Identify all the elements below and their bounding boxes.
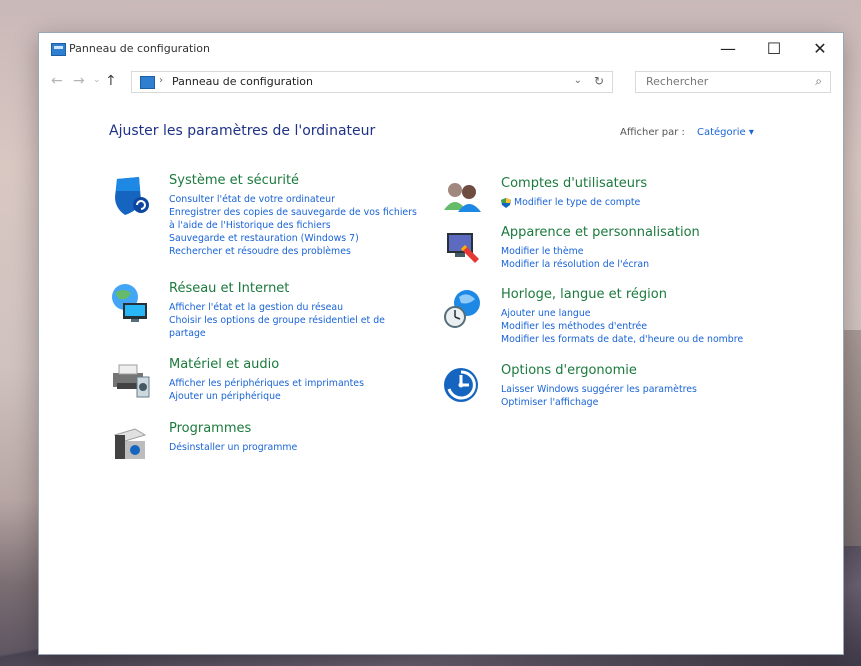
- recent-locations-chevron-icon[interactable]: ⌄: [93, 75, 101, 85]
- minimize-button[interactable]: —: [705, 33, 751, 63]
- link-label: Modifier le type de compte: [514, 197, 641, 208]
- navigation-toolbar: ← → ⌄ ↑ › Panneau de configuration ⌄ ↻ R…: [39, 67, 843, 95]
- view-by-dropdown[interactable]: Catégorie ▾: [697, 127, 754, 138]
- link-change-date-formats[interactable]: Modifier les formats de date, d'heure ou…: [501, 333, 743, 346]
- category-title[interactable]: Comptes d'utilisateurs: [501, 176, 647, 191]
- title-bar[interactable]: Panneau de configuration — ☐ ✕: [39, 33, 843, 63]
- link-save-backup-copies[interactable]: Enregistrer des copies de sauvegarde de …: [169, 206, 417, 219]
- category-title[interactable]: Réseau et Internet: [169, 281, 289, 296]
- link-network-status[interactable]: Afficher l'état et la gestion du réseau: [169, 301, 385, 314]
- category-title[interactable]: Programmes: [169, 421, 251, 436]
- programs-box-icon[interactable]: [109, 421, 153, 465]
- search-input[interactable]: Rechercher ⌕: [635, 71, 831, 93]
- address-bar[interactable]: › Panneau de configuration ⌄ ↻: [131, 71, 613, 93]
- shield-icon[interactable]: [109, 173, 153, 217]
- link-devices-printers[interactable]: Afficher les périphériques et imprimante…: [169, 377, 364, 390]
- link-troubleshoot[interactable]: Rechercher et résoudre des problèmes: [169, 245, 417, 258]
- link-backup-restore[interactable]: Sauvegarde et restauration (Windows 7): [169, 232, 417, 245]
- clock-globe-icon[interactable]: [441, 287, 485, 331]
- users-icon[interactable]: [441, 176, 485, 220]
- uac-shield-icon: [501, 197, 511, 208]
- search-icon[interactable]: ⌕: [815, 74, 822, 89]
- category-title[interactable]: Horloge, langue et région: [501, 287, 667, 302]
- link-add-device[interactable]: Ajouter un périphérique: [169, 390, 364, 403]
- display-personalization-icon[interactable]: [441, 225, 485, 269]
- breadcrumb-separator-icon[interactable]: ›: [159, 75, 163, 86]
- ease-of-access-icon[interactable]: [441, 363, 485, 407]
- category-title[interactable]: Options d'ergonomie: [501, 363, 637, 378]
- maximize-button[interactable]: ☐: [751, 33, 797, 63]
- link-change-resolution[interactable]: Modifier la résolution de l'écran: [501, 258, 649, 271]
- link-homegroup-options[interactable]: Choisir les options de groupe résidentie…: [169, 314, 385, 327]
- printer-speaker-icon[interactable]: [109, 357, 153, 401]
- link-let-windows-suggest[interactable]: Laisser Windows suggérer les paramètres: [501, 383, 697, 396]
- close-button[interactable]: ✕: [797, 33, 843, 63]
- link-optimize-display[interactable]: Optimiser l'affichage: [501, 396, 697, 409]
- search-placeholder: Rechercher: [646, 75, 709, 88]
- view-by-label: Afficher par :: [620, 127, 685, 138]
- breadcrumb[interactable]: Panneau de configuration: [172, 75, 313, 88]
- link-change-theme[interactable]: Modifier le thème: [501, 245, 649, 258]
- link-uninstall-program[interactable]: Désinstaller un programme: [169, 441, 297, 454]
- category-title[interactable]: Système et sécurité: [169, 173, 299, 188]
- link-change-input-methods[interactable]: Modifier les méthodes d'entrée: [501, 320, 743, 333]
- back-arrow-icon[interactable]: ←: [51, 73, 63, 89]
- control-panel-icon: [140, 76, 155, 89]
- network-globe-icon[interactable]: [109, 281, 153, 325]
- control-panel-icon: [51, 43, 66, 56]
- refresh-icon[interactable]: ↻: [594, 74, 604, 88]
- up-arrow-icon[interactable]: ↑: [105, 73, 117, 89]
- category-title[interactable]: Apparence et personnalisation: [501, 225, 700, 240]
- link-sharing[interactable]: partage: [169, 327, 385, 340]
- page-title: Ajuster les paramètres de l'ordinateur: [109, 123, 376, 139]
- link-check-computer-status[interactable]: Consulter l'état de votre ordinateur: [169, 193, 417, 206]
- window-title: Panneau de configuration: [69, 42, 211, 55]
- forward-arrow-icon[interactable]: →: [73, 73, 85, 89]
- link-file-history[interactable]: à l'aide de l'Historique des fichiers: [169, 219, 417, 232]
- control-panel-window: Panneau de configuration — ☐ ✕ ← → ⌄ ↑ ›…: [38, 32, 844, 655]
- link-change-account-type[interactable]: Modifier le type de compte: [501, 196, 640, 209]
- address-dropdown-icon[interactable]: ⌄: [574, 75, 582, 86]
- link-add-language[interactable]: Ajouter une langue: [501, 307, 743, 320]
- category-title[interactable]: Matériel et audio: [169, 357, 279, 372]
